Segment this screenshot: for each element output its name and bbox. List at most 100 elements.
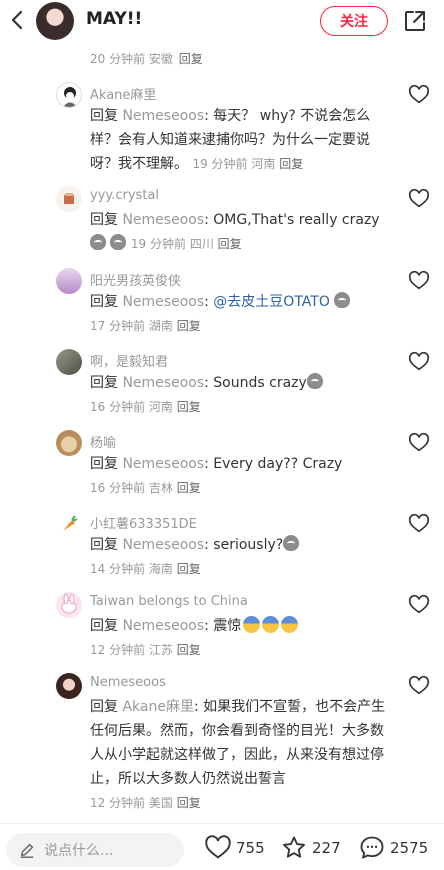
like-button[interactable]	[408, 188, 430, 210]
heart-icon	[408, 84, 430, 104]
like-button[interactable]	[408, 513, 430, 535]
commenter-name[interactable]: 杨喻	[90, 432, 116, 451]
comment-time: 16 分钟前	[90, 481, 146, 495]
comment-input-placeholder: 说点什么...	[44, 843, 114, 859]
poop-emoji-icon	[110, 234, 127, 250]
commenter-name[interactable]: 啊，是毅知君	[90, 351, 168, 370]
reply-target[interactable]: Nemeseoos	[122, 212, 204, 228]
commenter-avatar[interactable]	[56, 82, 82, 108]
comment-time: 12 分钟前	[90, 796, 146, 810]
share-button[interactable]	[402, 8, 428, 34]
comment-time: 16 分钟前	[90, 400, 146, 414]
comment-time: 19 分钟前	[130, 237, 186, 251]
commenter-avatar[interactable]	[56, 511, 82, 537]
reply-target[interactable]: Nemeseoos	[122, 375, 204, 391]
collect-button[interactable]: 227	[280, 834, 341, 862]
commenter-name[interactable]: 小红薯633351DE	[90, 513, 197, 532]
like-button[interactable]	[408, 594, 430, 616]
like-button[interactable]	[408, 675, 430, 697]
heart-icon	[408, 432, 430, 452]
comments-button[interactable]: 2575	[358, 834, 428, 862]
heart-icon	[408, 675, 430, 695]
comment-location: 河南	[251, 157, 276, 171]
poop-emoji-icon	[90, 234, 106, 250]
chevron-left-icon	[11, 10, 23, 30]
comment-body: 回复 Nemeseoos: 每天？ why? 不说会怎么样？会有人知道来逮捕你吗…	[90, 104, 396, 176]
comment-text: : 震惊	[204, 618, 242, 634]
comment-text: : seriously?	[204, 537, 284, 553]
like-button[interactable]	[408, 270, 430, 292]
comment-location: 湖南	[148, 319, 173, 333]
poop-emoji-icon	[283, 535, 300, 551]
reply-link[interactable]: 回复	[177, 481, 201, 495]
like-button[interactable]	[408, 432, 430, 454]
scared-emoji-icon	[262, 616, 280, 633]
reply-link[interactable]: 回复	[218, 237, 242, 251]
reply-link[interactable]: 回复	[279, 157, 303, 171]
comment-time: 17 分钟前	[90, 319, 146, 333]
commenter-avatar[interactable]	[56, 430, 82, 456]
heart-icon	[408, 351, 430, 371]
reply-word: 回复	[90, 456, 118, 472]
comment-text: :	[204, 294, 214, 310]
comment-body: 回复 Nemeseoos: @去皮土豆OTATO 17 分钟前 湖南 回复	[90, 290, 396, 338]
comment-text: : Every day?? Crazy	[204, 456, 343, 472]
reply-word: 回复	[90, 212, 118, 228]
reply-link[interactable]: 回复	[177, 643, 201, 657]
poop-emoji-icon	[334, 292, 351, 308]
comment-meta: 19 分钟前 四川 回复	[131, 237, 242, 251]
comment-location: 河南	[148, 400, 173, 414]
commenter-name[interactable]: Taiwan belongs to China	[90, 594, 248, 609]
reply-link[interactable]: 回复	[177, 319, 201, 333]
comment-meta: 16 分钟前 吉林 回复	[90, 481, 201, 495]
reply-target[interactable]: Nemeseoos	[122, 108, 204, 124]
comment-meta: 14 分钟前 海南 回复	[90, 562, 201, 576]
like-button[interactable]	[408, 84, 430, 106]
like-post-button[interactable]: 755	[204, 834, 265, 862]
reply-target[interactable]: Nemeseoos	[122, 618, 204, 634]
author-avatar[interactable]	[36, 2, 74, 40]
like-button[interactable]	[408, 351, 430, 373]
reply-link[interactable]: 回复	[177, 562, 201, 576]
reply-word: 回复	[90, 618, 118, 634]
reply-target[interactable]: Nemeseoos	[122, 294, 204, 310]
commenter-avatar[interactable]	[56, 592, 82, 618]
comment-meta: 19 分钟前 河南 回复	[192, 157, 303, 171]
comment-location: 美国	[148, 796, 173, 810]
heart-icon	[408, 188, 430, 208]
mention-link[interactable]: @去皮土豆OTATO	[213, 294, 330, 310]
comment-input[interactable]: 说点什么...	[6, 833, 184, 867]
comment-body: 回复 Nemeseoos: Sounds crazy 16 分钟前 河南 回复	[90, 371, 396, 419]
comment-body: 回复 Nemeseoos: seriously? 14 分钟前 海南 回复	[90, 533, 396, 581]
heart-icon	[408, 594, 430, 614]
comment-bubble-icon	[360, 836, 384, 859]
reply-word: 回复	[90, 699, 118, 715]
commenter-avatar[interactable]	[56, 186, 82, 212]
follow-button[interactable]: 关注	[320, 6, 388, 36]
commenter-name[interactable]: 阳光男孩英俊侠	[90, 270, 181, 289]
scared-emoji-icon	[281, 616, 299, 633]
comment-text: : OMG,That's really crazy	[204, 212, 380, 228]
comment-location: 海南	[148, 562, 173, 576]
back-button[interactable]	[4, 6, 32, 34]
comment-body: 回复 Nemeseoos: Every day?? Crazy 16 分钟前 吉…	[90, 452, 396, 500]
reply-target[interactable]: Nemeseoos	[122, 456, 204, 472]
commenter-avatar[interactable]	[56, 349, 82, 375]
commenter-name[interactable]: Akane麻里	[90, 84, 156, 103]
commenter-avatar[interactable]	[56, 268, 82, 294]
scared-emoji-icon	[243, 616, 261, 633]
comment-time: 19 分钟前	[192, 157, 248, 171]
reply-target[interactable]: Akane麻里	[122, 699, 194, 715]
reply-link[interactable]: 回复	[177, 400, 201, 414]
reply-link[interactable]: 回复	[177, 796, 201, 810]
commenter-name[interactable]: Nemeseoos	[90, 675, 166, 690]
reply-target[interactable]: Nemeseoos	[122, 537, 204, 553]
comment-location: 安徽	[148, 52, 173, 66]
commenter-name[interactable]: yyy.crystal	[90, 188, 159, 203]
reply-word: 回复	[90, 108, 118, 124]
commenter-avatar[interactable]	[56, 673, 82, 699]
author-name[interactable]: MAY!!	[86, 9, 142, 29]
poop-emoji-icon	[306, 373, 323, 389]
comment-body: 回复 Nemeseoos: OMG,That's really crazy 19…	[90, 208, 396, 256]
reply-link[interactable]: 回复	[179, 52, 203, 66]
